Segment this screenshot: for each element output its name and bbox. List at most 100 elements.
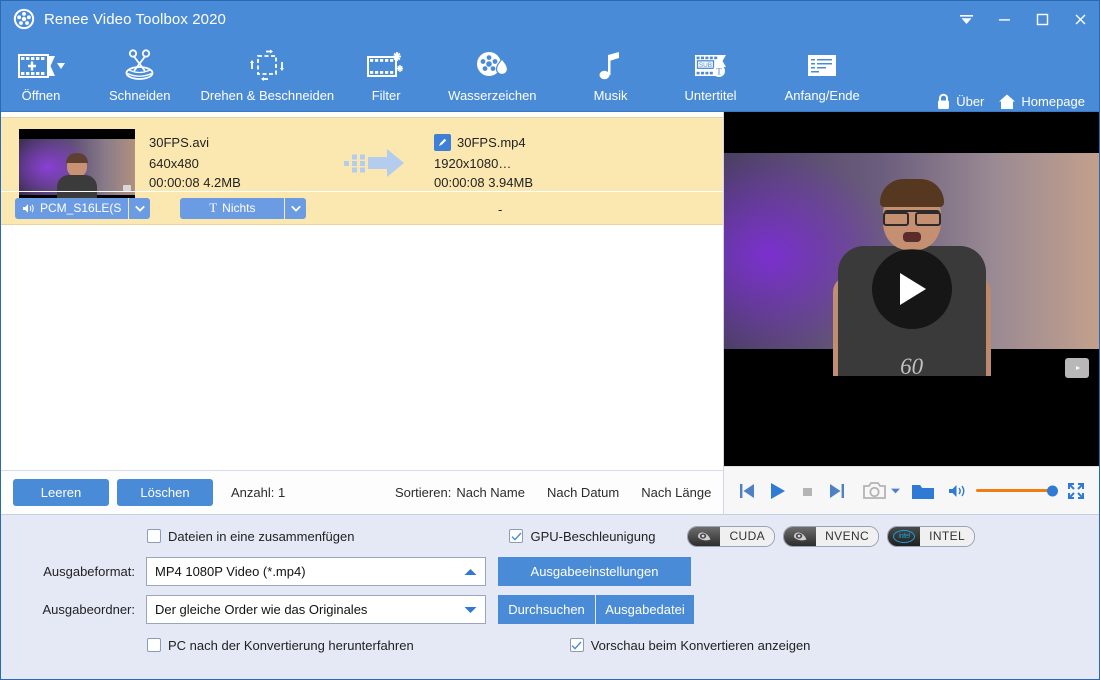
next-button[interactable]: [822, 475, 852, 507]
gpu-badge-group: CUDA NVENC intel INTEL: [687, 525, 976, 547]
window-title: Renee Video Toolbox 2020: [44, 10, 226, 28]
homepage-label: Homepage: [1021, 94, 1085, 109]
merge-files-checkbox[interactable]: Dateien in eine zusammenfügen: [147, 529, 354, 544]
toolbar-item-label: Schneiden: [109, 88, 171, 103]
chevron-down-icon: [135, 205, 145, 212]
toolbar-item-wasserzeichen[interactable]: Wasserzeichen: [438, 43, 546, 103]
homepage-button[interactable]: Homepage: [998, 93, 1085, 110]
audio-track-dropdown[interactable]: [129, 197, 151, 219]
settings-row-post-options: PC nach der Konvertierung herunterfahren…: [1, 633, 1099, 657]
menu-dropdown-button[interactable]: [947, 1, 985, 37]
gpu-badge-cuda[interactable]: CUDA: [687, 525, 776, 547]
convert-arrow-icon: [344, 149, 404, 177]
nvidia-icon: [784, 526, 817, 546]
output-file-button[interactable]: Ausgabedatei: [596, 594, 694, 624]
toolbar-item-schneiden[interactable]: Schneiden: [99, 43, 180, 103]
output-format-value: MP4 1080P Video (*.mp4): [155, 563, 306, 579]
film-sparkle-icon: [366, 45, 406, 87]
snapshot-button[interactable]: [862, 475, 888, 507]
close-button[interactable]: [1061, 1, 1099, 37]
subtitle-icon: SUB T: [692, 45, 730, 87]
play-button[interactable]: [762, 475, 792, 507]
sort-by-name[interactable]: Nach Name: [456, 485, 525, 500]
audio-track-selector[interactable]: PCM_S16LE(S: [15, 197, 151, 219]
maximize-button[interactable]: [1023, 1, 1061, 37]
previous-button[interactable]: [732, 475, 762, 507]
show-preview-label: Vorschau beim Konvertieren anzeigen: [590, 637, 811, 653]
fullscreen-button[interactable]: [1061, 475, 1091, 507]
chevron-down-icon: [890, 488, 900, 493]
target-duration-size: 00:00:08 3.94MB: [434, 175, 534, 190]
subtitle-track-label: Nichts: [222, 201, 256, 215]
check-icon: [511, 532, 522, 541]
text-T-icon: T: [209, 200, 218, 215]
svg-text:SUB: SUB: [698, 62, 711, 69]
track-selectors: PCM_S16LE(S T Nichts -: [1, 191, 724, 224]
gpu-badge-nvenc[interactable]: NVENC: [783, 525, 880, 547]
toolbar-item-musik[interactable]: Musik: [579, 43, 643, 103]
sort-controls: Sortieren: Nach Name Nach Datum Nach Län…: [395, 485, 711, 500]
snapshot-dropdown[interactable]: [888, 475, 902, 507]
list-toolbar: Leeren Löschen Anzahl: 1 Sortieren: Nach…: [1, 470, 724, 514]
open-folder-button[interactable]: [910, 475, 936, 507]
watermark-icon: [474, 45, 510, 87]
minimize-icon: [998, 18, 1010, 21]
youtube-badge-icon: [1065, 358, 1089, 378]
output-format-label: Ausgabeformat:: [43, 563, 135, 579]
settings-panel: Dateien in eine zusammenfügen GPU-Beschl…: [1, 514, 1099, 679]
show-preview-checkbox[interactable]: Vorschau beim Konvertieren anzeigen: [569, 637, 811, 653]
gpu-badge-intel[interactable]: intel INTEL: [887, 525, 976, 547]
film-plus-icon: [17, 45, 65, 87]
output-format-select[interactable]: MP4 1080P Video (*.mp4): [146, 556, 486, 586]
file-count-label: Anzahl: 1: [231, 485, 286, 500]
toolbar-item-anfang-ende[interactable]: Anfang/Ende: [775, 43, 870, 103]
volume-slider-handle[interactable]: [1047, 485, 1058, 496]
merge-files-label: Dateien in eine zusammenfügen: [168, 528, 355, 544]
output-settings-button[interactable]: Ausgabeeinstellungen: [498, 556, 691, 586]
output-folder-select[interactable]: Der gleiche Order wie das Originales: [146, 594, 486, 624]
scissors-icon: [120, 45, 160, 87]
table-row[interactable]: 30FPS.avi 640x480 00:00:08 4.2MB 30FPS.m…: [1, 117, 724, 225]
volume-slider[interactable]: [976, 485, 1058, 496]
clear-list-button[interactable]: Leeren: [13, 479, 109, 506]
gpu-acceleration-checkbox[interactable]: GPU-Beschleunigung: [509, 529, 655, 544]
toolbar-item-untertitel[interactable]: SUB T Untertitel: [675, 43, 747, 103]
rotate-crop-icon: [248, 45, 286, 87]
play-circle-icon[interactable]: [871, 249, 952, 329]
minimize-button[interactable]: [985, 1, 1023, 37]
toolbar-item-drehen-beschneiden[interactable]: Drehen & Beschneiden: [190, 43, 344, 103]
sort-by-date[interactable]: Nach Datum: [547, 485, 619, 500]
speaker-icon: [23, 203, 34, 213]
skip-previous-icon: [740, 483, 755, 498]
fullscreen-icon: [1068, 482, 1084, 499]
browse-button[interactable]: Durchsuchen: [498, 594, 595, 624]
volume-button[interactable]: [942, 475, 972, 507]
checkbox-box: [509, 529, 524, 543]
title-bar: Renee Video Toolbox 2020: [1, 1, 1099, 37]
camera-icon: [863, 482, 887, 499]
shutdown-after-convert-checkbox[interactable]: PC nach der Konvertierung herunterfahren: [147, 638, 414, 653]
close-icon: [1075, 14, 1085, 24]
folder-icon: [912, 484, 935, 499]
window-controls: [947, 1, 1099, 37]
stop-button[interactable]: [792, 475, 822, 507]
shutdown-after-convert-label: PC nach der Konvertierung herunterfahren: [168, 637, 414, 653]
about-button[interactable]: Über: [936, 93, 984, 110]
svg-text:T: T: [716, 67, 722, 77]
subtitle-track-dropdown[interactable]: [285, 197, 307, 219]
subtitle-track-selector[interactable]: T Nichts: [180, 197, 307, 219]
speaker-icon: [948, 484, 965, 497]
toolbar-item-oeffnen[interactable]: Öffnen: [7, 43, 75, 103]
video-preview[interactable]: 60: [724, 112, 1099, 466]
file-list-scroll[interactable]: 30FPS.avi 640x480 00:00:08 4.2MB 30FPS.m…: [1, 112, 724, 470]
video-controls: [724, 466, 1099, 514]
edit-pencil-icon[interactable]: [434, 134, 451, 151]
delete-button[interactable]: Löschen: [117, 479, 213, 506]
toolbar-item-label: Musik: [593, 88, 628, 103]
skip-next-icon: [830, 483, 845, 498]
sort-by-length[interactable]: Nach Länge: [641, 485, 711, 500]
output-folder-label: Ausgabeordner:: [42, 601, 135, 617]
toolbar-item-filter[interactable]: Filter: [354, 43, 418, 103]
gpu-badge-label: INTEL: [920, 526, 975, 546]
output-format-row: Ausgabeformat: MP4 1080P Video (*.mp4) A…: [1, 555, 1099, 587]
